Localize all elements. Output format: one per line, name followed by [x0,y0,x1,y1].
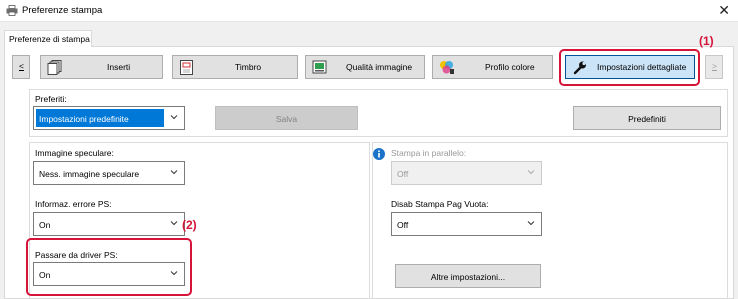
color-profile-icon [440,61,454,74]
printer-icon [6,5,18,16]
other-settings-label: Altre impostazioni... [430,272,506,282]
ps-error-select[interactable]: On [33,212,185,236]
scroll-left-button[interactable]: < [12,55,30,79]
chevron-down-icon [170,170,178,175]
blank-page-select[interactable]: Off [391,212,542,236]
image-quality-label: Qualità immagine [346,62,413,72]
mirror-image-label: Immagine speculare: [35,148,114,158]
favorites-value: Impostazioni predefinite [39,114,129,124]
chevron-down-icon [170,115,178,120]
other-settings-button[interactable]: Altre impostazioni... [395,264,541,288]
toolbar-inserts-button[interactable]: Inserti [40,55,163,79]
chevron-down-icon [527,221,535,226]
color-profile-label: Profilo colore [485,62,535,72]
favorites-label: Preferiti: [35,94,67,104]
toolbar-stamp-button[interactable]: Timbro [172,55,298,79]
defaults-button-label: Predefiniti [628,114,666,124]
save-button[interactable]: Salva [215,106,358,130]
inserts-icon [47,60,62,75]
stamp-label: Timbro [235,62,262,72]
callout-highlight-2 [26,238,192,296]
callout-label-2: (2) [182,218,197,232]
toolbar-color-profile-button[interactable]: Profilo colore [432,55,553,79]
ps-error-label: Informaz. errore PS: [35,199,112,209]
chevron-down-icon [170,221,178,226]
image-quality-icon [312,60,327,74]
info-icon [373,148,385,160]
tab-label: Preferenze di stampa [9,34,90,44]
mirror-image-select[interactable]: Ness. immagine speculare [33,161,185,185]
ps-error-value: On [39,220,51,230]
chevron-down-icon [527,170,535,175]
parallel-print-label: Stampa in parallelo: [391,148,467,158]
title-bar: Preferenze stampa ✕ [0,0,738,22]
mirror-image-value: Ness. immagine speculare [39,169,140,179]
blank-page-label: Disab Stampa Pag Vuota: [391,199,489,209]
close-icon[interactable]: ✕ [718,2,730,18]
window-title: Preferenze stampa [22,5,103,16]
parallel-print-select[interactable]: Off [391,161,542,185]
blank-page-value: Off [397,220,409,230]
inserts-label: Inserti [107,62,131,72]
parallel-print-value: Off [397,169,409,179]
scroll-right-button[interactable]: > [705,55,723,79]
callout-highlight-1 [559,49,700,86]
stamp-icon [180,60,193,75]
favorites-select[interactable]: Impostazioni predefinite [33,106,185,130]
toolbar-image-quality-button[interactable]: Qualità immagine [305,55,425,79]
defaults-button[interactable]: Predefiniti [573,106,721,130]
tab-print-preferences[interactable]: Preferenze di stampa [4,30,92,47]
save-button-label: Salva [275,114,298,124]
callout-label-1: (1) [699,34,714,48]
